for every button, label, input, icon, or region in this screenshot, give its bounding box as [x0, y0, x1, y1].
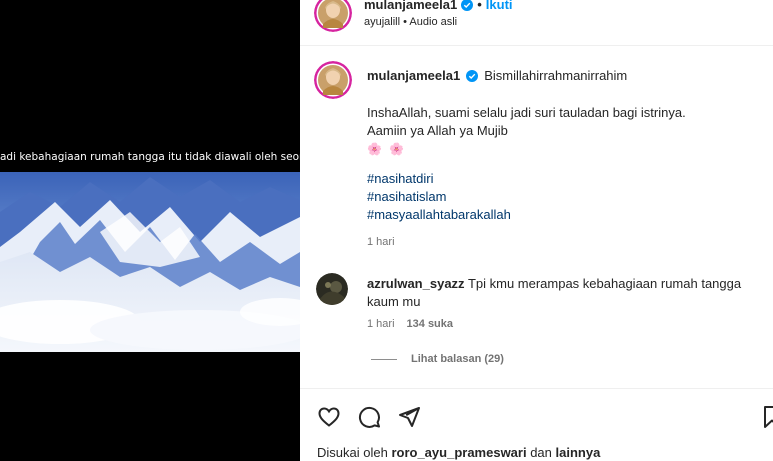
- bookmark-icon[interactable]: [760, 405, 773, 429]
- separator-dot: •: [477, 0, 482, 12]
- comment-body: azrulwan_syazz Tpi kmu merampas kebahagi…: [367, 275, 767, 311]
- video-player[interactable]: adi kebahagiaan rumah tangga itu tidak d…: [0, 0, 300, 461]
- caption-line: Aamiin ya Allah ya Mujib: [367, 123, 508, 138]
- caption-timestamp[interactable]: 1 hari: [367, 236, 395, 248]
- header-username[interactable]: mulanjameela1: [364, 0, 457, 12]
- caption-body: InshaAllah, suami selalu jadi suri taula…: [367, 104, 686, 224]
- commenter-avatar[interactable]: [316, 273, 348, 305]
- heart-icon[interactable]: [317, 405, 341, 429]
- comment-like-count[interactable]: 134 suka: [407, 318, 453, 330]
- view-replies-label: Lihat balasan (29): [411, 353, 504, 365]
- comment-meta: 1 hari 134 suka: [367, 318, 453, 330]
- post-actions: Disukai oleh roro_ayu_prameswari dan lai…: [300, 388, 773, 461]
- liked-by-text: Disukai oleh roro_ayu_prameswari dan lai…: [317, 445, 600, 460]
- caption-first-line: mulanjameela1 Bismillahirrahmanirrahim: [367, 68, 627, 83]
- caption-line: InshaAllah, suami selalu jadi suri taula…: [367, 105, 686, 120]
- caption-username[interactable]: mulanjameela1: [367, 68, 460, 83]
- hashtag-list: #nasihatdiri #nasihatislam #masyaallahta…: [367, 170, 686, 224]
- replies-divider: [371, 358, 397, 360]
- video-caption: adi kebahagiaan rumah tangga itu tidak d…: [0, 151, 300, 163]
- comment-username[interactable]: azrulwan_syazz: [367, 276, 465, 291]
- caption-avatar[interactable]: [314, 61, 352, 99]
- flower-emojis: 🌸 🌸: [367, 142, 407, 156]
- header-user-row: mulanjameela1 • Ikuti: [364, 0, 513, 12]
- view-replies-button[interactable]: Lihat balasan (29): [371, 353, 504, 365]
- verified-icon: [461, 0, 474, 11]
- liked-by-and: dan: [530, 445, 552, 460]
- follow-button[interactable]: Ikuti: [486, 0, 513, 12]
- hashtag-link[interactable]: #nasihatislam: [367, 188, 686, 206]
- share-icon[interactable]: [397, 405, 421, 429]
- video-frame-mountains: [0, 172, 300, 352]
- hashtag-link[interactable]: #nasihatdiri: [367, 170, 686, 188]
- liked-by-others[interactable]: lainnya: [556, 445, 601, 460]
- post-details: mulanjameela1 • Ikuti ayujalill • Audio …: [300, 0, 773, 461]
- comment-icon[interactable]: [357, 405, 381, 429]
- post-header: mulanjameela1 • Ikuti ayujalill • Audio …: [300, 0, 773, 46]
- hashtag-link[interactable]: #masyaallahtabarakallah: [367, 206, 686, 224]
- comment-timestamp[interactable]: 1 hari: [367, 318, 395, 330]
- audio-subtitle[interactable]: ayujalill • Audio asli: [364, 16, 457, 28]
- verified-icon: [466, 69, 479, 82]
- liked-by-user[interactable]: roro_ayu_prameswari: [391, 445, 526, 460]
- avatar[interactable]: [314, 0, 352, 32]
- liked-by-prefix: Disukai oleh: [317, 445, 388, 460]
- caption-greeting: Bismillahirrahmanirrahim: [484, 68, 628, 83]
